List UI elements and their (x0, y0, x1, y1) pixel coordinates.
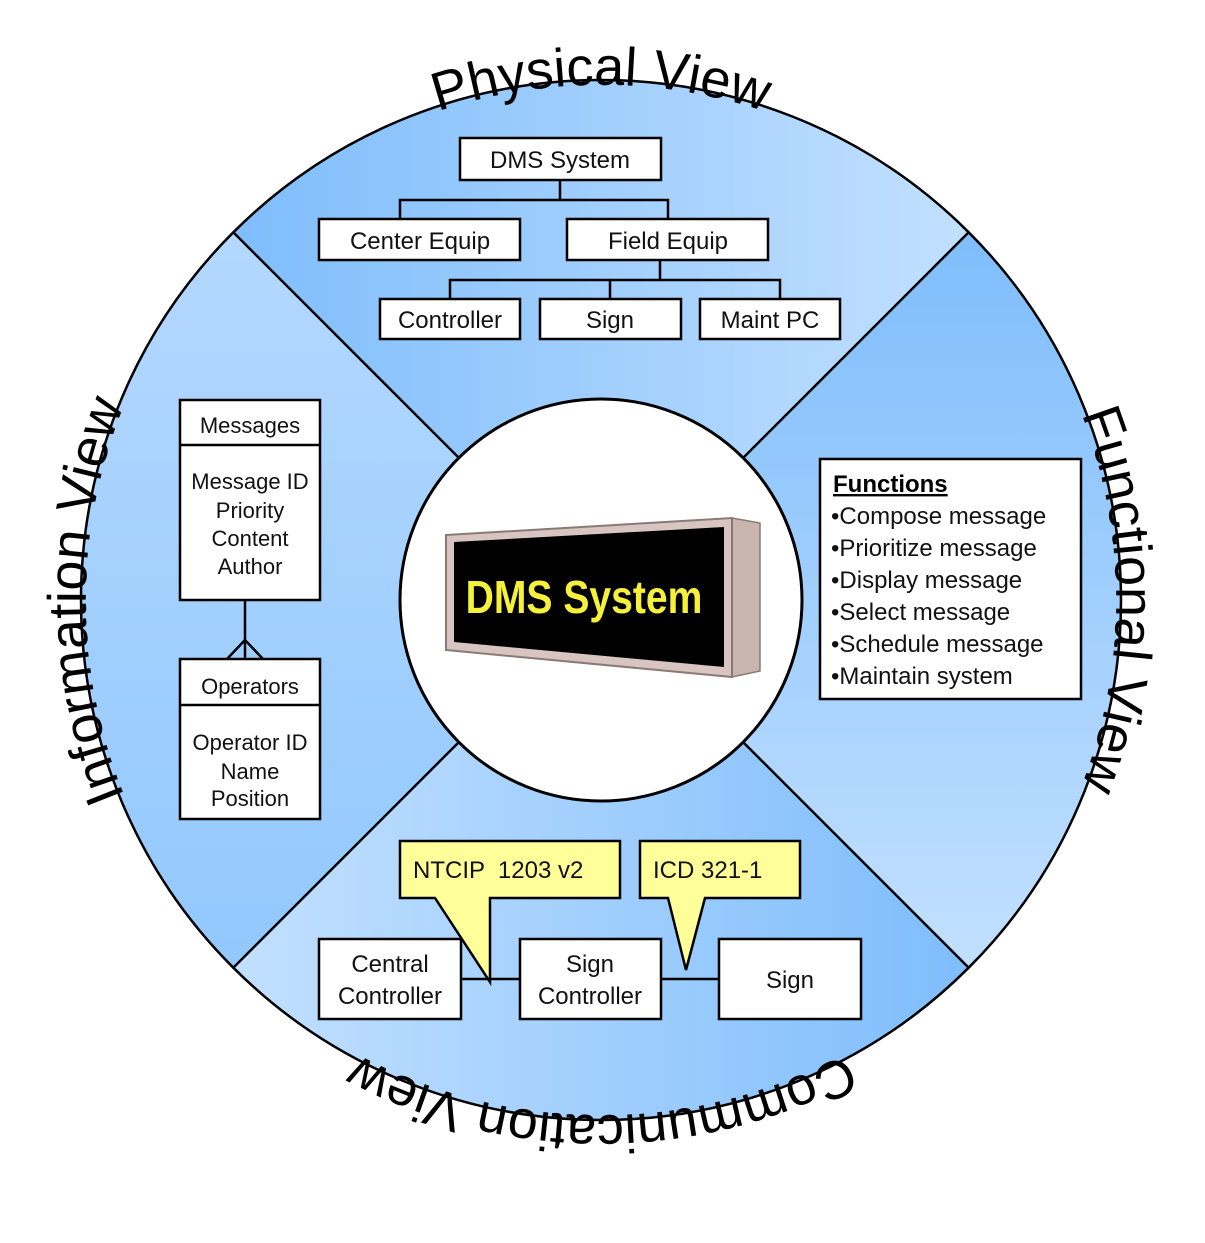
physical-sign: Sign (586, 307, 634, 334)
function-item: •Select message (831, 599, 1010, 626)
physical-controller: Controller (398, 307, 502, 334)
entity-field: Content (211, 526, 288, 551)
function-item: •Prioritize message (831, 535, 1037, 562)
functions-title: Functions (833, 471, 948, 498)
comm-node-central-line2: Controller (338, 983, 442, 1010)
messages-entity-title: Messages (200, 413, 300, 438)
dms-sign-image: DMS System (445, 516, 761, 679)
entity-field: Name (221, 759, 280, 784)
physical-field-equip: Field Equip (608, 228, 728, 255)
function-item: •Compose message (831, 503, 1046, 530)
physical-root: DMS System (490, 147, 630, 174)
function-item: •Maintain system (831, 663, 1013, 690)
entity-field: Operator ID (193, 730, 308, 755)
physical-center-equip: Center Equip (350, 228, 490, 255)
operators-entity-title: Operators (201, 674, 299, 699)
entity-field: Author (218, 554, 283, 579)
comm-node-sign-controller-line2: Controller (538, 983, 642, 1010)
ntcip-callout-text: NTCIP 1203 v2 (413, 857, 583, 884)
function-item: •Schedule message (831, 631, 1044, 658)
physical-maint-pc: Maint PC (721, 307, 820, 334)
comm-node-sign: Sign (766, 967, 814, 994)
entity-field: Position (211, 786, 289, 811)
function-item: •Display message (831, 567, 1022, 594)
functions-box: Functions •Compose message •Prioritize m… (818, 457, 1083, 701)
sign-text: DMS System (466, 572, 703, 624)
icd-callout-text: ICD 321-1 (653, 857, 762, 884)
dms-views-diagram: Physical View Functional View Communicat… (38, 37, 1165, 1164)
entity-field: Message ID (191, 469, 308, 494)
comm-node-sign-controller-line1: Sign (566, 951, 614, 978)
entity-field: Priority (216, 498, 284, 523)
comm-node-central-line1: Central (351, 951, 428, 978)
